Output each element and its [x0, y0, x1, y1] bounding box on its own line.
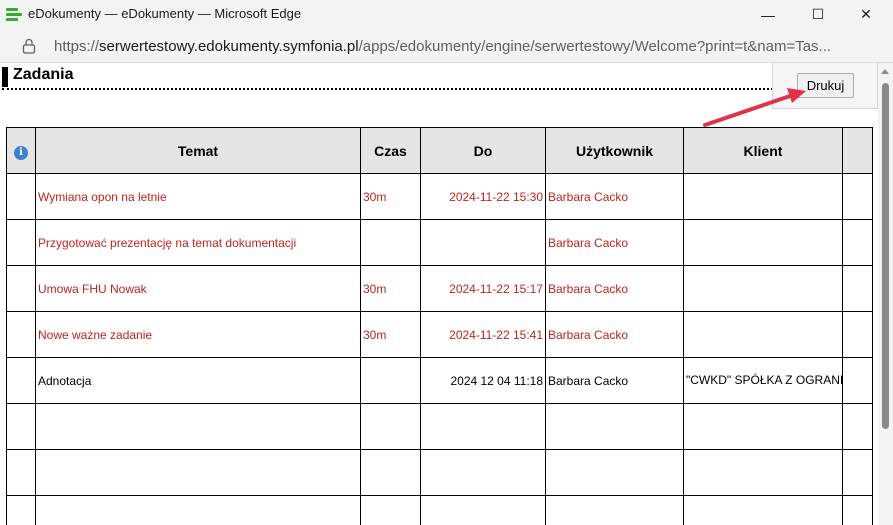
title-bar: eDokumenty — eDokumenty — Microsoft Edge… [0, 0, 893, 29]
cell-do: 2024-11-22 15:41 [420, 311, 546, 358]
cell-temat: Umowa FHU Nowak [35, 265, 361, 312]
table-header-row: i Temat Czas Do Użytkownik Klient [6, 127, 873, 174]
table-row[interactable]: Adnotacja 2024 12 04 11:18 Barbara Cacko "C… [6, 357, 873, 404]
column-header-czas[interactable]: Czas [360, 127, 421, 174]
cell-czas [360, 495, 421, 525]
cell-uzytkownik: Barbara Cacko [545, 357, 684, 404]
page-title: Zadania [13, 66, 74, 83]
row-extra-cell [842, 219, 873, 266]
row-marker-cell [6, 357, 36, 404]
url-text[interactable]: https://serwertestowy.edokumenty.symfoni… [54, 38, 869, 55]
browser-window: eDokumenty — eDokumenty — Microsoft Edge… [0, 0, 893, 525]
cell-klient [683, 449, 843, 496]
cell-do: 2024-11-22 15:17 [420, 265, 546, 312]
cell-klient [683, 265, 843, 312]
cell-uzytkownik: Barbara Cacko [545, 219, 684, 266]
cell-do [420, 495, 546, 525]
cell-uzytkownik [545, 449, 684, 496]
cell-czas: 30m [360, 265, 421, 312]
table-row[interactable] [6, 495, 873, 525]
cell-czas [360, 403, 421, 450]
cell-temat [35, 403, 361, 450]
maximize-icon[interactable]: ☐ [795, 0, 841, 29]
tasks-table: i Temat Czas Do Użytkownik Klient Wymian… [6, 127, 873, 525]
table-row[interactable]: Przygotować prezentację na temat dokumen… [6, 219, 873, 266]
column-header-klient[interactable]: Klient [683, 127, 843, 174]
cell-uzytkownik: Barbara Cacko [545, 265, 684, 312]
cell-klient [683, 403, 843, 450]
close-icon[interactable]: ✕ [843, 0, 889, 29]
row-extra-cell [842, 173, 873, 220]
row-extra-cell [842, 265, 873, 312]
app-logo-icon [6, 7, 22, 23]
table-row[interactable] [6, 403, 873, 450]
print-button[interactable]: Drukuj [797, 73, 854, 98]
cell-temat: Nowe ważne zadanie [35, 311, 361, 358]
url-domain: serwertestowy.edokumenty.symfonia.pl [99, 38, 359, 55]
cell-czas [360, 357, 421, 404]
row-marker-cell [6, 449, 36, 496]
column-header-temat[interactable]: Temat [35, 127, 361, 174]
cell-klient [683, 219, 843, 266]
cell-temat [35, 495, 361, 525]
page-content: Zadania Drukuj i Temat Czas Do Użytkowni… [0, 63, 893, 525]
minimize-icon[interactable]: — [745, 0, 791, 29]
cell-klient: "CWKD" SPÓŁKA Z OGRANICZONĄ ODPOWIEDZIAL… [683, 357, 843, 404]
cell-klient [683, 173, 843, 220]
cell-czas: 30m [360, 173, 421, 220]
info-column-header: i [6, 127, 36, 174]
url-prefix: https:// [54, 38, 100, 55]
window-title: eDokumenty — eDokumenty — Microsoft Edge [28, 6, 302, 21]
table-row[interactable] [6, 449, 873, 496]
cell-do [420, 219, 546, 266]
cell-czas: 30m [360, 311, 421, 358]
row-extra-cell [842, 403, 873, 450]
cell-do [420, 403, 546, 450]
print-panel: Drukuj [772, 63, 878, 109]
cell-czas [360, 219, 421, 266]
url-path: /apps/edokumenty/engine/serwertestowy/We… [358, 38, 832, 55]
address-bar[interactable]: https://serwertestowy.edokumenty.symfoni… [0, 29, 893, 63]
table-row[interactable]: Nowe ważne zadanie 30m 2024-11-22 15:41 Bar… [6, 311, 873, 358]
cell-uzytkownik [545, 403, 684, 450]
cell-do [420, 449, 546, 496]
cell-uzytkownik: Barbara Cacko [545, 173, 684, 220]
row-marker-cell [6, 495, 36, 525]
row-marker-cell [6, 265, 36, 312]
info-icon[interactable]: i [14, 145, 28, 160]
cell-klient [683, 495, 843, 525]
cell-uzytkownik: Barbara Cacko [545, 311, 684, 358]
row-marker-cell [6, 403, 36, 450]
row-marker-cell [6, 219, 36, 266]
cell-klient [683, 311, 843, 358]
scroll-thumb[interactable] [882, 83, 889, 429]
column-header-uzytkownik[interactable]: Użytkownik [545, 127, 684, 174]
cell-temat: Adnotacja [35, 357, 361, 404]
row-extra-cell [842, 357, 873, 404]
cell-uzytkownik [545, 495, 684, 525]
row-marker-cell [6, 173, 36, 220]
scroll-up-icon[interactable] [881, 69, 889, 74]
heading-marker [2, 67, 8, 87]
row-extra-cell [842, 311, 873, 358]
vertical-scrollbar[interactable] [878, 63, 893, 525]
column-header-do[interactable]: Do [420, 127, 546, 174]
cell-temat: Przygotować prezentację na temat dokumen… [35, 219, 361, 266]
table-row[interactable]: Umowa FHU Nowak 30m 2024-11-22 15:17 Barbar… [6, 265, 873, 312]
cell-czas [360, 449, 421, 496]
row-marker-cell [6, 311, 36, 358]
row-extra-cell [842, 449, 873, 496]
table-body: Wymiana opon na letnie 30m 2024-11-22 15:3… [6, 173, 873, 525]
cell-do: 2024-11-22 15:30 [420, 173, 546, 220]
cell-do: 2024 12 04 11:18 [420, 357, 546, 404]
lock-icon [22, 38, 36, 54]
row-extra-cell [842, 495, 873, 525]
cell-temat [35, 449, 361, 496]
column-header-extra [842, 127, 873, 174]
table-row[interactable]: Wymiana opon na letnie 30m 2024-11-22 15:3… [6, 173, 873, 220]
cell-temat: Wymiana opon na letnie [35, 173, 361, 220]
heading-divider [2, 88, 797, 90]
